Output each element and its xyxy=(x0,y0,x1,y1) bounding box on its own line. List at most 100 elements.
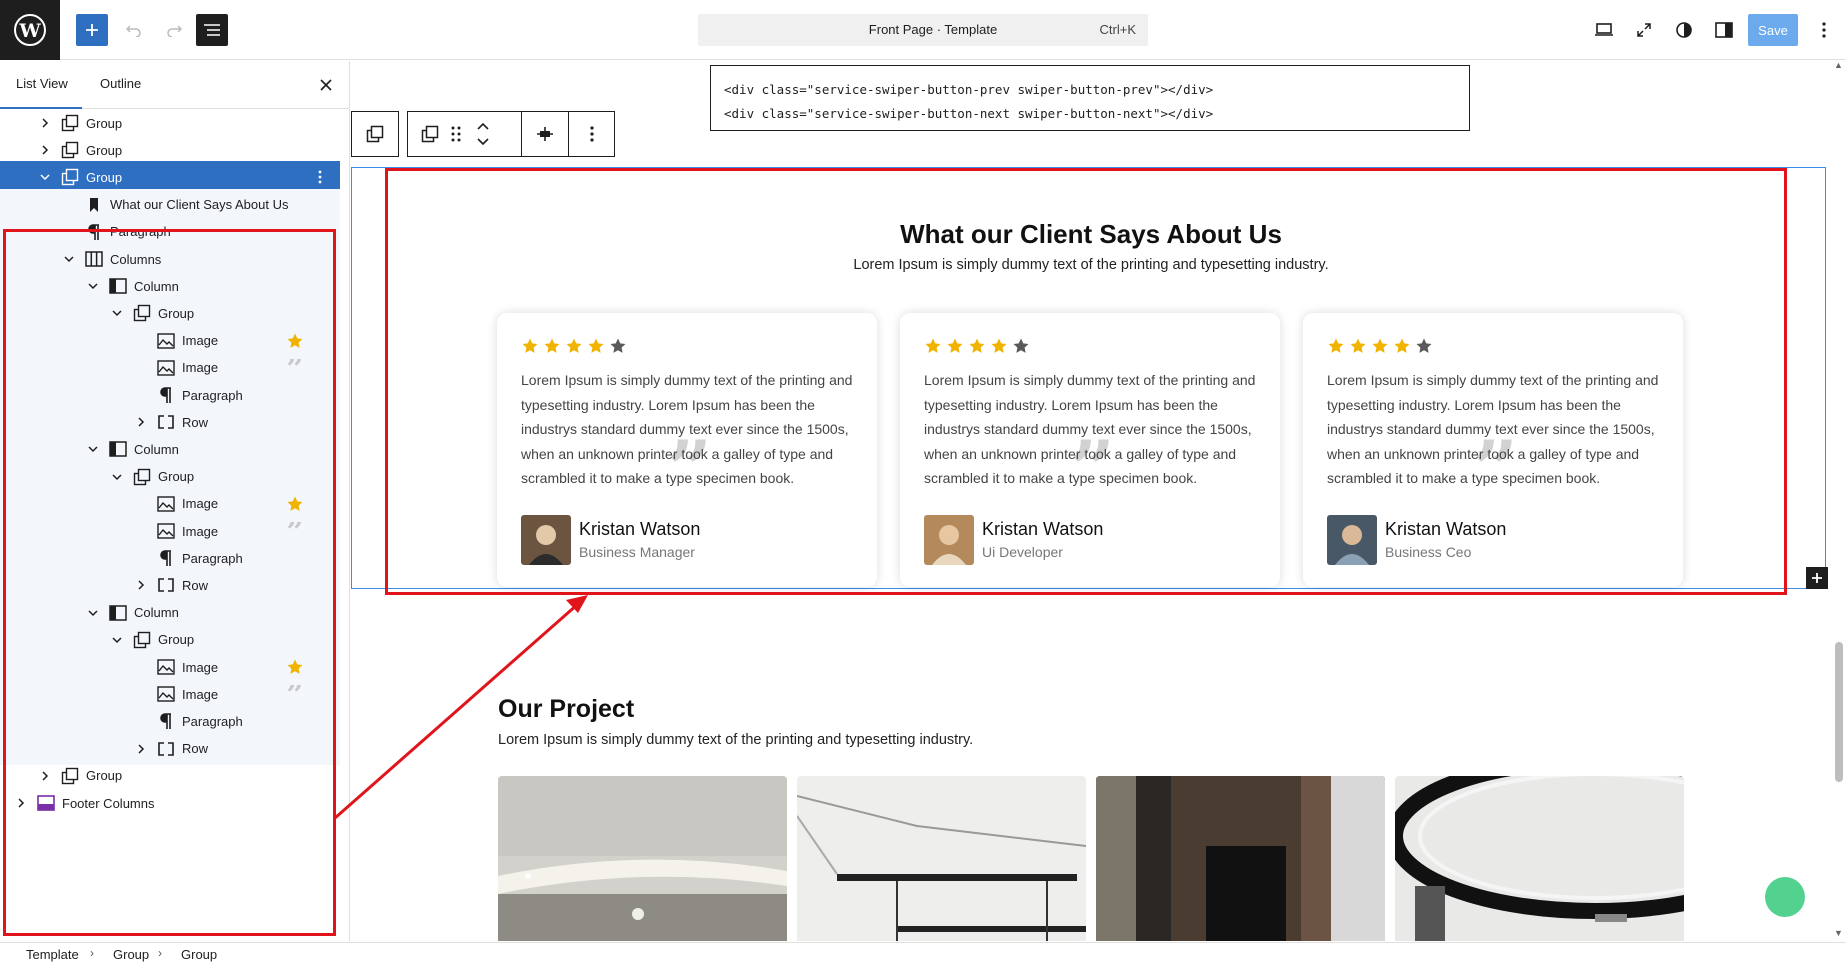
tree-item-label: Column xyxy=(134,605,179,621)
select-parent-button[interactable] xyxy=(351,111,399,157)
ceiling-photo-image xyxy=(498,776,787,941)
chevron-down-icon[interactable] xyxy=(110,306,124,320)
chevron-down-icon[interactable] xyxy=(86,442,100,456)
columns-icon xyxy=(84,249,104,269)
styles-button[interactable] xyxy=(1668,14,1700,46)
tree-item-label: Footer Columns xyxy=(62,795,155,811)
tree-item-label: Row xyxy=(182,577,209,593)
tree-item-label: Group xyxy=(86,142,123,158)
chevron-right-icon[interactable] xyxy=(38,769,52,783)
scroll-up-icon[interactable]: ▲ xyxy=(1834,60,1843,70)
chevron-right-icon[interactable] xyxy=(134,578,148,592)
scroll-down-icon[interactable]: ▼ xyxy=(1834,928,1843,938)
block-inserter-button[interactable] xyxy=(76,14,108,46)
svg-text:”: ” xyxy=(286,359,303,377)
block-type-button[interactable] xyxy=(416,112,444,156)
scrollbar-thumb[interactable] xyxy=(1835,642,1843,782)
image-icon xyxy=(156,358,176,378)
tree-item-label: Image xyxy=(182,333,219,349)
canvas-scrollbar[interactable] xyxy=(1831,61,1846,941)
undo-button[interactable] xyxy=(118,14,150,46)
tab-list-view[interactable]: List View xyxy=(0,76,82,109)
close-icon xyxy=(320,79,332,91)
chevron-down-icon[interactable] xyxy=(86,606,100,620)
more-vertical-icon[interactable] xyxy=(312,167,328,187)
tree-item-label: Paragraph xyxy=(110,224,171,240)
code-line: <div class="service-swiper-button-prev s… xyxy=(724,82,1214,97)
tree-item-label: Column xyxy=(134,278,179,294)
chevron-right-icon: › xyxy=(158,946,162,960)
wordpress-logo-icon[interactable]: W xyxy=(0,0,60,60)
align-full-icon xyxy=(537,127,553,141)
settings-sidebar-icon xyxy=(1715,22,1733,38)
block-appender-button[interactable] xyxy=(1806,567,1828,589)
styles-icon xyxy=(1676,22,1692,38)
chevron-down-icon[interactable] xyxy=(62,252,76,266)
chevron-right-icon[interactable] xyxy=(38,143,52,157)
command-shortcut: Ctrl+K xyxy=(1099,22,1136,37)
move-up-down-button[interactable] xyxy=(468,112,498,156)
chevron-right-icon[interactable] xyxy=(14,796,28,810)
desktop-view-icon xyxy=(1595,23,1613,36)
device-preview-button[interactable] xyxy=(1588,14,1620,46)
chevron-right-icon[interactable] xyxy=(134,415,148,429)
chevron-down-icon[interactable] xyxy=(38,170,52,184)
group-icon xyxy=(132,303,152,323)
image-icon xyxy=(156,684,176,704)
command-title: Front Page · Template xyxy=(868,22,998,37)
save-button[interactable]: Save xyxy=(1748,14,1798,46)
project-image[interactable] xyxy=(498,776,787,941)
chevron-down-icon[interactable] xyxy=(110,470,124,484)
breadcrumb-item[interactable]: Group xyxy=(113,947,149,962)
undo-icon xyxy=(125,25,141,37)
row-icon xyxy=(156,739,176,759)
annotation-highlight-box xyxy=(385,168,1787,595)
project-image[interactable] xyxy=(1096,776,1385,941)
project-image[interactable] xyxy=(797,776,1086,941)
tree-item-label: Image xyxy=(182,360,219,376)
row-icon xyxy=(156,575,176,595)
breadcrumb-item[interactable]: Template xyxy=(26,947,79,962)
close-sidebar-button[interactable] xyxy=(316,75,336,95)
group-icon xyxy=(132,630,152,650)
project-image[interactable] xyxy=(1395,776,1684,941)
tree-item-label: What our Client Says About Us xyxy=(110,197,289,213)
template-part-icon xyxy=(36,793,56,813)
svg-text:”: ” xyxy=(286,685,303,703)
chat-fab-button[interactable] xyxy=(1765,877,1805,917)
settings-sidebar-button[interactable] xyxy=(1708,14,1740,46)
sidebar-tabs: List View Outline xyxy=(0,61,349,109)
drag-handle-icon xyxy=(451,126,461,142)
plus-icon xyxy=(86,24,98,36)
star-icon xyxy=(284,330,306,352)
html-code-block[interactable]: <div class="service-swiper-button-prev s… xyxy=(710,65,1470,131)
drag-handle[interactable] xyxy=(446,112,466,156)
chevron-up-down-icon xyxy=(477,122,489,146)
fullscreen-button[interactable] xyxy=(1628,14,1660,46)
star-icon xyxy=(284,656,306,678)
chevron-down-icon[interactable] xyxy=(86,279,100,293)
column-icon xyxy=(108,439,128,459)
options-button[interactable] xyxy=(1808,14,1840,46)
star-icon xyxy=(284,493,306,515)
align-button[interactable] xyxy=(522,112,568,156)
image-icon xyxy=(156,494,176,514)
project-subtitle[interactable]: Lorem Ipsum is simply dummy text of the … xyxy=(498,732,973,748)
block-options-button[interactable] xyxy=(569,112,614,156)
breadcrumb-item: Group xyxy=(181,947,218,962)
tree-item-label: Row xyxy=(182,741,209,757)
chevron-right-icon[interactable] xyxy=(38,116,52,130)
tree-item-footer-columns[interactable]: Footer Columns xyxy=(0,787,340,819)
project-heading[interactable]: Our Project xyxy=(498,695,634,724)
tree-item-label: Group xyxy=(158,469,195,485)
chevron-down-icon[interactable] xyxy=(110,633,124,647)
tab-outline[interactable]: Outline xyxy=(100,76,141,91)
chevron-right-icon[interactable] xyxy=(134,742,148,756)
document-overview-icon xyxy=(204,24,220,36)
command-palette-bar[interactable]: Front Page · Template Ctrl+K xyxy=(698,14,1148,46)
redo-button[interactable] xyxy=(158,14,190,46)
fullscreen-icon xyxy=(1637,23,1651,37)
document-overview-button[interactable] xyxy=(196,14,228,46)
group-icon xyxy=(132,467,152,487)
tree-item-label: Columns xyxy=(110,251,162,267)
